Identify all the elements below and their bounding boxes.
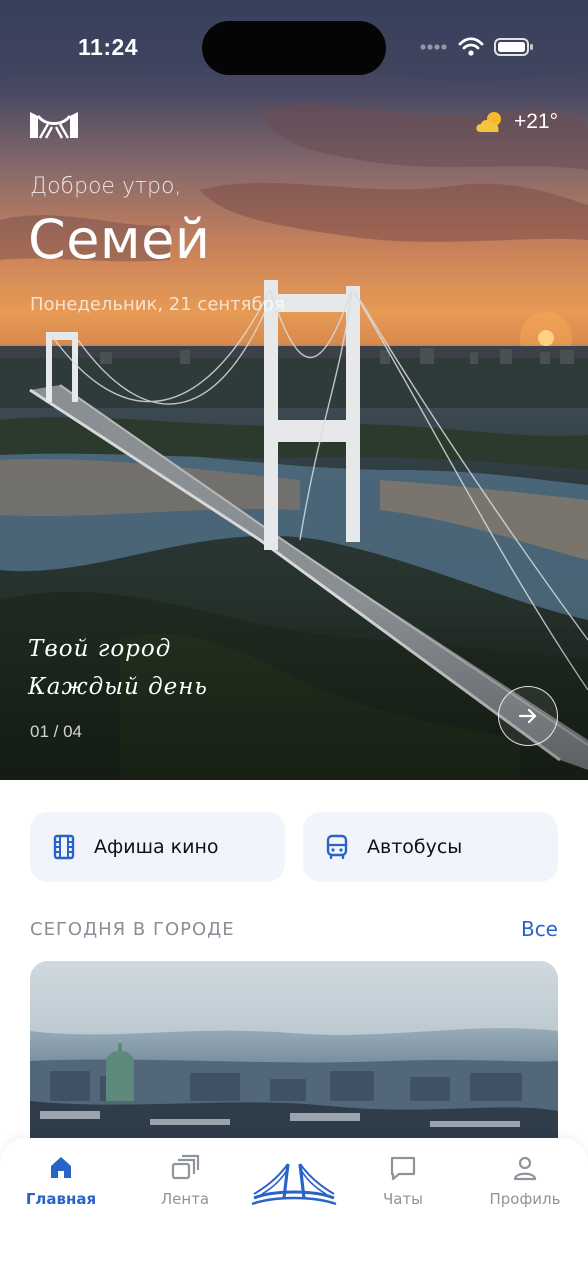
slide-counter: 01 / 04 — [30, 722, 82, 741]
dynamic-island — [202, 21, 386, 75]
bus-icon — [326, 834, 348, 860]
tab-profile[interactable]: Профиль — [470, 1154, 580, 1218]
feed-icon — [171, 1154, 200, 1180]
tab-chats[interactable]: Чаты — [348, 1154, 458, 1218]
bottom-tab-bar: Главная Лента Чаты Профиль — [0, 1138, 588, 1280]
arrow-right-icon — [518, 708, 537, 724]
tab-profile-label: Профиль — [489, 1190, 561, 1208]
slogan-line-1: Твой город — [28, 636, 172, 662]
next-slide-button[interactable] — [498, 686, 558, 746]
status-icons — [420, 36, 534, 58]
greeting-text: Доброе утро, — [30, 174, 182, 199]
cellular-signal-icon — [420, 44, 447, 50]
wifi-icon — [458, 37, 484, 56]
buses-label: Автобусы — [367, 836, 463, 858]
tab-home[interactable]: Главная — [6, 1154, 116, 1218]
profile-icon — [513, 1156, 537, 1181]
today-section-header: СЕГОДНЯ В ГОРОДЕ Все — [30, 914, 558, 944]
slogan-line-2: Каждый день — [28, 674, 208, 700]
tab-chats-label: Чаты — [382, 1190, 424, 1208]
tab-feed-label: Лента — [160, 1190, 210, 1208]
cinema-schedule-label: Афиша кино — [94, 836, 219, 858]
current-date: Понедельник, 21 сентября — [30, 294, 285, 315]
weather-widget[interactable]: +21° — [474, 110, 558, 134]
home-icon — [51, 1157, 71, 1178]
status-bar: 11:24 — [0, 0, 588, 96]
partly-cloudy-icon — [476, 112, 501, 132]
quick-actions: Афиша кино Автобусы — [30, 812, 558, 882]
city-name: Семей — [28, 208, 211, 271]
hero-slogan: Твой город Каждый день — [28, 630, 208, 706]
app-root: 11:24 +21° Доброе утро, Семей Понедельни… — [0, 0, 588, 1280]
battery-icon — [494, 38, 533, 56]
cinema-schedule-button[interactable]: Афиша кино — [30, 812, 285, 882]
status-time: 11:24 — [78, 34, 139, 60]
chat-icon — [390, 1156, 416, 1181]
film-icon — [53, 834, 75, 860]
today-section-title: СЕГОДНЯ В ГОРОДЕ — [30, 918, 235, 940]
weather-temperature: +21° — [513, 110, 558, 133]
bridge-logo-icon[interactable] — [250, 1158, 338, 1208]
city-logo-icon[interactable] — [28, 108, 80, 140]
tab-feed[interactable]: Лента — [130, 1154, 240, 1218]
buses-button[interactable]: Автобусы — [303, 812, 558, 882]
hero-banner[interactable]: 11:24 +21° Доброе утро, Семей Понедельни… — [0, 0, 588, 780]
tab-home-label: Главная — [25, 1190, 97, 1208]
see-all-link[interactable]: Все — [521, 917, 558, 941]
